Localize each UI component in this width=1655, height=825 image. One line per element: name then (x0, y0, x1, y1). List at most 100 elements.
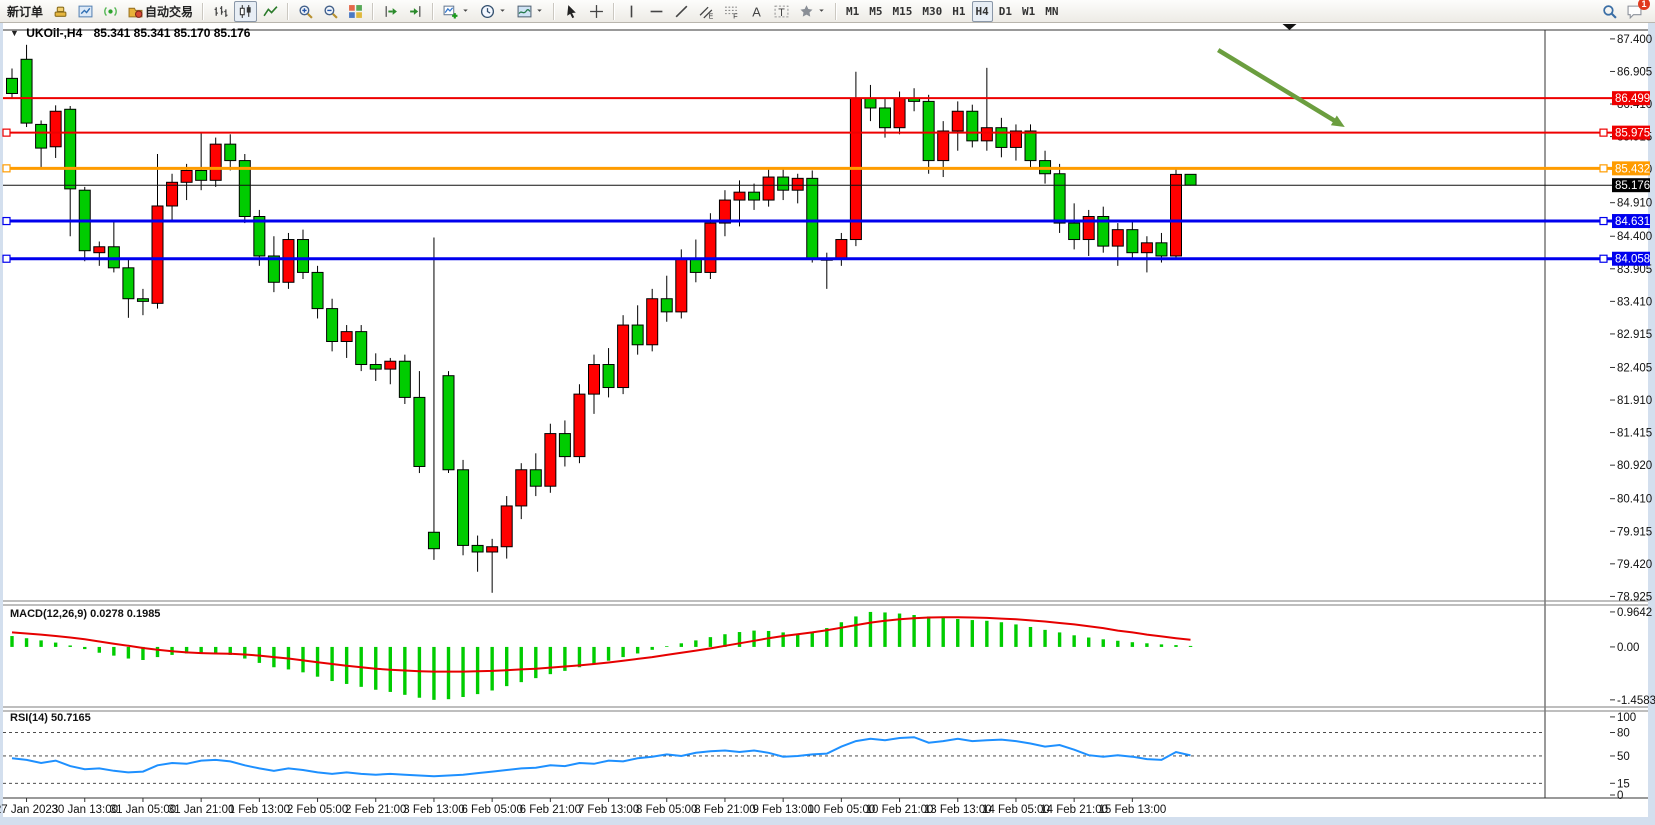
candlestick-chart-button[interactable] (234, 1, 257, 22)
hline-right-anchor[interactable] (1600, 129, 1607, 136)
chevron-down-icon[interactable] (817, 2, 826, 20)
terminal-button[interactable] (74, 1, 97, 22)
notifications-button[interactable]: 1 (1623, 1, 1646, 22)
chevron-down-icon[interactable] (461, 2, 470, 20)
time-axis-label: 2 Feb 21:00 (345, 804, 406, 816)
chart-background[interactable] (3, 23, 1648, 817)
bars-icon (213, 4, 228, 19)
timeframe-h4[interactable]: H4 (972, 1, 993, 22)
tile-windows-button[interactable] (344, 1, 367, 22)
time-axis-label: 8 Feb 05:00 (636, 804, 697, 816)
candle-body (981, 128, 992, 141)
search-icon (1602, 4, 1617, 19)
candle-body (734, 192, 745, 200)
chevron-down-icon[interactable] (498, 2, 507, 20)
candle-body (632, 325, 643, 345)
zoom-out-button[interactable] (319, 1, 342, 22)
toolbar-separator (432, 3, 434, 20)
templates-button[interactable] (513, 1, 548, 22)
gold-icon (53, 4, 68, 19)
text-button[interactable]: A (745, 1, 768, 22)
new-order-button[interactable]: 新订单 (3, 1, 47, 22)
auto-trading-button[interactable]: 自动交易 (124, 1, 197, 22)
candle-body (414, 397, 425, 466)
arrows-button[interactable] (795, 1, 830, 22)
price-tick-label: 81.415 (1617, 428, 1652, 440)
hline-left-anchor[interactable] (3, 129, 10, 136)
chart-shift-button[interactable] (404, 1, 427, 22)
auto-scroll-button[interactable] (379, 1, 402, 22)
candle-body (778, 177, 789, 190)
timeframe-mn[interactable]: MN (1041, 1, 1062, 22)
hline-left-anchor[interactable] (3, 255, 10, 262)
chevron-down-icon[interactable] (535, 2, 544, 20)
text-label-button[interactable]: T (770, 1, 793, 22)
price-badge-label: 85.432 (1615, 163, 1650, 175)
indicators-button[interactable] (439, 1, 474, 22)
candle-body (225, 144, 236, 160)
hline-left-anchor[interactable] (3, 165, 10, 172)
clock-icon (480, 4, 495, 19)
price-tick-label: 80.410 (1617, 494, 1652, 506)
zoom-in-button[interactable] (294, 1, 317, 22)
candle-body (385, 361, 396, 369)
timeframe-h1[interactable]: H1 (948, 1, 969, 22)
timeframe-m30[interactable]: M30 (918, 1, 946, 22)
candle-body (1025, 131, 1036, 161)
signal-button[interactable] (99, 1, 122, 22)
vertical-line-button[interactable] (620, 1, 643, 22)
timeframe-m5[interactable]: M5 (865, 1, 886, 22)
search-button[interactable] (1598, 1, 1621, 22)
gold-button[interactable] (49, 1, 72, 22)
hline-right-anchor[interactable] (1600, 255, 1607, 262)
equidistant-channel-button[interactable]: E (695, 1, 718, 22)
candle-body (196, 170, 207, 180)
channel-icon: E (699, 4, 714, 19)
candle-body (167, 182, 178, 206)
hline-right-anchor[interactable] (1600, 165, 1607, 172)
price-tick-label: 80.920 (1617, 460, 1652, 472)
price-tick-label: 81.910 (1617, 395, 1652, 407)
timeframe-d1[interactable]: D1 (995, 1, 1016, 22)
candle-body (967, 111, 978, 141)
price-tick-label: 84.400 (1617, 231, 1652, 243)
vline-icon (624, 4, 639, 19)
time-axis-label: 31 Jan 05:00 (110, 804, 177, 816)
crosshair-button[interactable] (585, 1, 608, 22)
hline-left-anchor[interactable] (3, 218, 10, 225)
chart-canvas[interactable]: 87.40086.90586.41085.91585.42084.91084.4… (0, 0, 1655, 825)
fibo-icon: F (724, 4, 739, 19)
price-tick-label: 79.420 (1617, 559, 1652, 571)
fibonacci-button[interactable]: F (720, 1, 743, 22)
time-axis-label: 8 Feb 21:00 (694, 804, 755, 816)
timeframe-w1[interactable]: W1 (1018, 1, 1039, 22)
candle-body (356, 332, 367, 365)
candle-body (181, 170, 192, 182)
trendline-button[interactable] (670, 1, 693, 22)
timeframe-m15[interactable]: M15 (889, 1, 917, 22)
horizontal-line-button[interactable] (645, 1, 668, 22)
candle-body (487, 547, 498, 552)
candle-body (618, 325, 629, 387)
terminal-icon (78, 4, 93, 19)
periods-button[interactable] (476, 1, 511, 22)
chart-expander-icon[interactable]: ▼ (10, 28, 19, 38)
time-axis-label: 15 Feb 13:00 (1098, 804, 1166, 816)
candle-body (574, 394, 585, 456)
candle-body (399, 361, 410, 397)
candle-body (923, 101, 934, 160)
macd-tick-label: 0.00 (1617, 642, 1639, 654)
candle-body (792, 178, 803, 190)
cursor-button[interactable] (560, 1, 583, 22)
line-chart-button[interactable] (259, 1, 282, 22)
candle-body (370, 365, 381, 370)
svg-text:A: A (752, 4, 761, 19)
bar-chart-button[interactable] (209, 1, 232, 22)
price-tick-label: 87.400 (1617, 34, 1652, 46)
timeframe-m1[interactable]: M1 (842, 1, 863, 22)
zoomin-icon (298, 4, 313, 19)
chart-symbol-period: UKOil-,H4 (26, 26, 82, 40)
rsi-tick-label: 80 (1617, 728, 1630, 740)
toolbar-separator (835, 3, 837, 20)
hline-right-anchor[interactable] (1600, 218, 1607, 225)
